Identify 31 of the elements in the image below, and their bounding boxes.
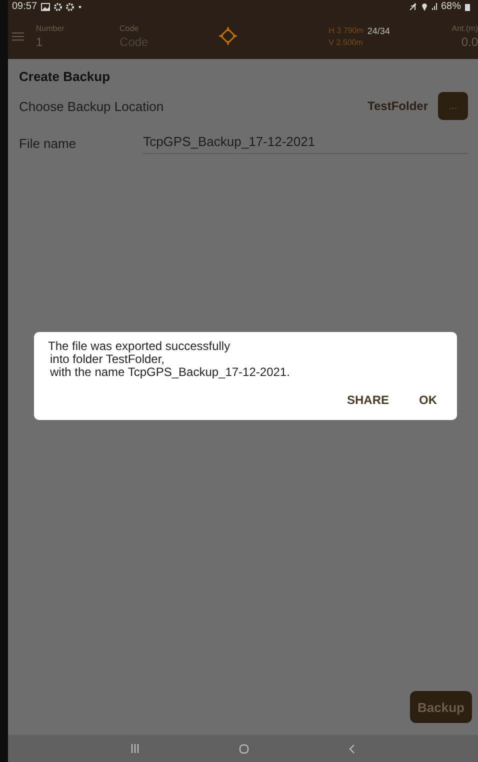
horizontal-reading: H 3.790m bbox=[328, 26, 364, 35]
back-icon[interactable] bbox=[349, 744, 355, 754]
gallery-icon bbox=[41, 2, 50, 10]
file-name-field[interactable]: TcpGPS_Backup_17-12-2021 bbox=[143, 132, 468, 154]
recent-apps-icon[interactable] bbox=[131, 744, 139, 753]
dialog-button[interactable]: OK bbox=[419, 393, 437, 407]
location-icon bbox=[420, 2, 428, 11]
backup-button[interactable]: Backup bbox=[410, 691, 472, 723]
folder-name: TestFolder bbox=[368, 99, 428, 113]
home-icon[interactable] bbox=[239, 744, 249, 754]
crosshair-icon[interactable] bbox=[219, 27, 238, 45]
page-title: Create Backup bbox=[19, 69, 112, 84]
dot-icon bbox=[78, 4, 82, 8]
dialog-button[interactable]: SHARE bbox=[346, 393, 389, 407]
status-time: 09:57 bbox=[12, 1, 38, 12]
antenna-label: Ant.(m) bbox=[452, 24, 478, 32]
number-label: Number bbox=[36, 24, 66, 32]
battery-level: 68% bbox=[440, 1, 461, 12]
vertical-reading: V 2.500m bbox=[328, 38, 364, 46]
number-value: 1 bbox=[36, 34, 44, 48]
antenna-value: 0.0 bbox=[461, 34, 478, 48]
signal-icon bbox=[432, 3, 437, 10]
code-label: Code bbox=[120, 24, 140, 32]
dialog-message: The file was exported successfully into folder TestFolder, with the name TcpGPS_Backup_17-12-2021. bbox=[48, 340, 291, 379]
battery-icon bbox=[465, 2, 470, 10]
browse-button[interactable]: ... bbox=[438, 92, 468, 120]
mute-icon bbox=[408, 2, 417, 10]
satellite-count: 24/34 bbox=[367, 26, 390, 36]
file-name-label: File name bbox=[19, 136, 76, 150]
menu-icon[interactable] bbox=[12, 32, 24, 40]
location-label: Choose Backup Location bbox=[19, 98, 164, 114]
